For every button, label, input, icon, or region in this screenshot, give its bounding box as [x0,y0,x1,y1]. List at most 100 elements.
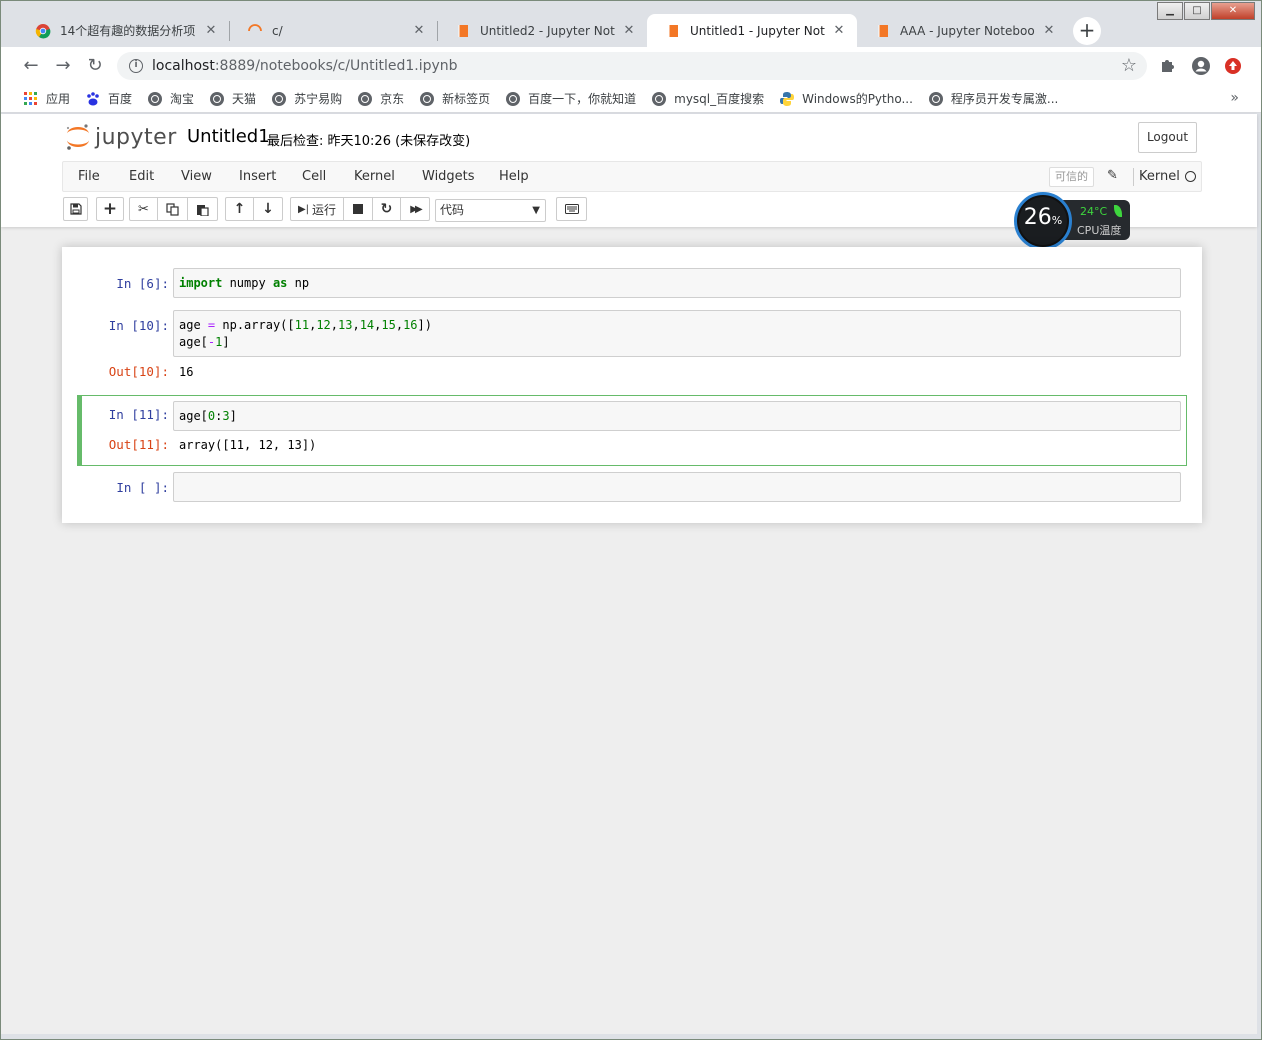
bookmark-mysql[interactable]: mysql_百度搜索 [651,90,764,107]
tab-untitled1[interactable]: Untitled1 - Jupyter Notebook ✕ [647,14,857,47]
run-button[interactable]: ▶| 运行 [290,197,344,221]
copy-cells-button[interactable] [158,197,188,221]
menu-file[interactable]: File [78,169,100,184]
logout-button[interactable]: Logout [1138,122,1197,153]
cell-input[interactable]: age = np.array([11,12,13,14,15,16]) age[… [173,310,1181,357]
trusted-indicator[interactable]: 可信的 [1049,167,1094,187]
menu-cell[interactable]: Cell [302,169,326,184]
globe-icon [357,91,373,107]
profile-avatar-icon[interactable] [1191,56,1211,76]
bookmark-new-tab[interactable]: 新标签页 [419,90,490,107]
restart-kernel-button[interactable]: ↻ [373,197,401,221]
cell-output: 16 [179,365,194,379]
command-palette-button[interactable] [556,197,587,221]
menu-help[interactable]: Help [499,169,529,184]
move-cell-down-button[interactable]: ↓ [254,197,283,221]
bookmark-baidu-search[interactable]: 百度一下，你就知道 [505,90,636,107]
extensions-puzzle-icon[interactable] [1159,56,1179,76]
close-tab-icon[interactable]: ✕ [621,23,637,38]
globe-icon [651,91,667,107]
tab-title: AAA - Jupyter Notebook [900,23,1035,38]
bookmark-tmall[interactable]: 天猫 [209,90,256,107]
interrupt-kernel-button[interactable] [344,197,373,221]
maximize-button[interactable]: □ [1184,2,1210,20]
restart-icon: ↻ [380,201,393,217]
restart-run-all-button[interactable]: ▶▶ [401,197,430,221]
menu-edit[interactable]: Edit [129,169,154,184]
chrome-icon [35,23,51,39]
close-tab-icon[interactable]: ✕ [411,23,427,38]
forward-button[interactable]: → [51,55,75,79]
arrow-down-icon: ↓ [262,201,274,217]
in-prompt: In [11]: [108,407,169,422]
run-label: 运行 [312,202,337,217]
cell-type-select[interactable]: 代码 ▼ [435,199,546,222]
move-cell-up-button[interactable]: ↑ [225,197,254,221]
tab-c-folder[interactable]: c/ ✕ [229,14,437,47]
code-cell[interactable]: In [6]: import numpy as np [77,268,1187,300]
bookmark-suning[interactable]: 苏宁易购 [271,90,342,107]
url-text: localhost:8889/notebooks/c/Untitled1.ipy… [152,58,458,74]
close-tab-icon[interactable]: ✕ [1041,23,1057,38]
menu-kernel[interactable]: Kernel [354,169,395,184]
code-cell-selected[interactable]: In [11]: age[0:3] Out[11]: array([11, 12… [77,395,1187,466]
bookmark-jd[interactable]: 京东 [357,90,404,107]
jupyter-wordmark: jupyter [95,124,177,150]
bookmark-apps[interactable]: 应用 [23,90,70,107]
globe-icon [209,91,225,107]
globe-icon [419,91,435,107]
tab-untitled2[interactable]: Untitled2 - Jupyter Notebook ✕ [437,14,647,47]
bookmark-dev-exclusive[interactable]: 程序员开发专属激... [928,90,1058,107]
close-tab-icon[interactable]: ✕ [831,23,847,38]
cell-input[interactable] [173,472,1181,502]
save-button[interactable] [63,197,88,221]
bookmark-label: 淘宝 [170,92,195,106]
back-button[interactable]: ← [19,55,43,79]
close-tab-icon[interactable]: ✕ [203,23,219,38]
paste-cells-button[interactable] [188,197,218,221]
address-bar[interactable]: i localhost:8889/notebooks/c/Untitled1.i… [117,52,1147,80]
bookmark-baidu[interactable]: 百度 [85,90,132,107]
cell-input[interactable]: age[0:3] [173,401,1181,431]
update-icon[interactable] [1223,56,1243,76]
new-tab-button[interactable]: + [1073,17,1101,45]
apps-grid-icon [23,91,39,107]
python-icon [779,91,795,107]
bookmark-label: 应用 [46,92,71,106]
bookmark-label: Windows的Pytho... [802,92,913,106]
minimize-button[interactable]: ▁ [1157,2,1183,20]
tab-title: 14个超有趣的数据分析项目 [60,24,197,38]
cut-cells-button[interactable]: ✂ [129,197,158,221]
out-prompt: Out[10]: [108,364,169,379]
tab-data-analysis[interactable]: 14个超有趣的数据分析项目 ✕ [17,14,229,47]
notebook-title[interactable]: Untitled1 [187,126,270,147]
code-cell[interactable]: In [10]: age = np.array([11,12,13,14,15,… [77,310,1187,386]
tab-aaa[interactable]: AAA - Jupyter Notebook ✕ [857,14,1067,47]
info-icon[interactable]: i [129,59,143,73]
bookmarks-overflow-button[interactable]: » [1230,90,1239,106]
jupyter-logo[interactable]: jupyter [65,122,177,152]
cpu-temperature: 24°C [1080,205,1108,218]
menu-bar: File Edit View Insert Cell Kernel Widget… [62,161,1202,192]
cell-input[interactable]: import numpy as np [173,268,1181,298]
bookmark-windows-python[interactable]: Windows的Pytho... [779,90,913,107]
bookmark-taobao[interactable]: 淘宝 [147,90,194,107]
close-window-button[interactable]: ✕ [1211,2,1255,20]
cpu-temperature-widget[interactable]: 26% 24°C CPU温度 [1014,192,1130,250]
bookmark-star-icon[interactable]: ☆ [1121,55,1137,76]
in-prompt: In [ ]: [116,480,169,495]
menu-insert[interactable]: Insert [239,169,276,184]
kernel-name[interactable]: Kernel [1139,169,1180,184]
globe-icon [928,91,944,107]
globe-icon [271,91,287,107]
menu-widgets[interactable]: Widgets [422,169,475,184]
bookmark-label: 苏宁易购 [294,92,343,106]
step-forward-icon: ▶| [297,203,310,215]
reload-button[interactable]: ↻ [83,55,107,79]
tab-title: Untitled1 - Jupyter Notebook [690,23,825,38]
menu-view[interactable]: View [181,169,212,184]
code-cell[interactable]: In [ ]: [77,472,1187,504]
checkpoint-status: 最后检查: 昨天10:26 (未保存改变) [267,134,471,149]
insert-cell-below-button[interactable]: + [96,197,124,221]
save-icon [69,203,82,215]
